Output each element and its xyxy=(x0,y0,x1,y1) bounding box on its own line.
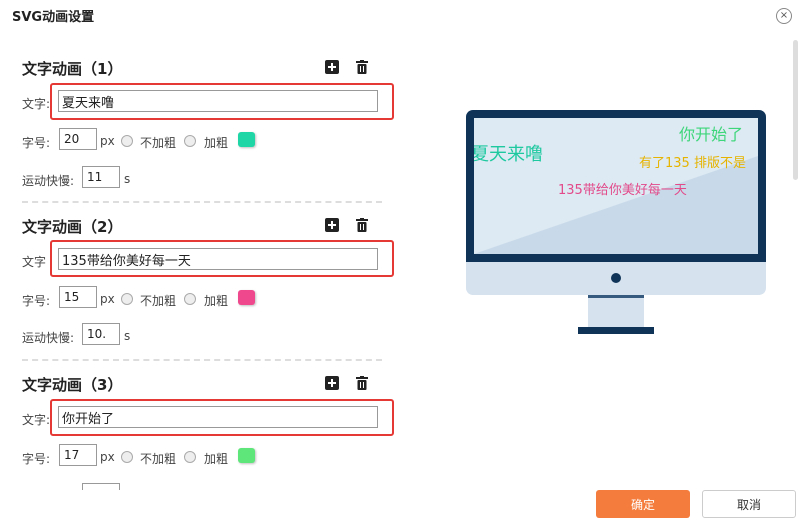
text-label: 文字: xyxy=(22,97,51,111)
animation-settings-panel: 文字动画（1） 文字: 字号: px 不加粗 加粗 运动快慢: s 文字动画（2… xyxy=(0,40,400,490)
size-label: 字号: xyxy=(22,452,51,466)
text-input[interactable] xyxy=(58,406,378,428)
bold-label: 加粗 xyxy=(204,452,229,466)
confirm-button[interactable]: 确定 xyxy=(596,490,690,518)
size-label: 字号: xyxy=(22,294,51,308)
speed-label: 运动快慢: xyxy=(22,174,75,188)
trash-icon[interactable] xyxy=(356,376,368,390)
preview-text-4: 135带给你美好每一天 xyxy=(558,183,687,198)
font-size-input[interactable] xyxy=(59,128,97,150)
bold-radio[interactable] xyxy=(184,451,196,463)
text-input[interactable] xyxy=(58,248,378,270)
bold-label: 加粗 xyxy=(204,136,229,150)
bold-radio[interactable] xyxy=(184,135,196,147)
size-label: 字号: xyxy=(22,136,51,150)
bold-radio[interactable] xyxy=(184,293,196,305)
px-unit: px xyxy=(100,292,115,306)
px-unit: px xyxy=(100,450,115,464)
preview-text-1: 夏天来噜 xyxy=(474,144,543,165)
not-bold-label: 不加粗 xyxy=(140,136,177,150)
preview-monitor: 夏天来噜 你开始了 有了135 排版不是 135带给你美好每一天 xyxy=(466,110,766,335)
color-swatch[interactable] xyxy=(238,132,255,147)
section-title: 文字动画（1） xyxy=(22,60,123,78)
section-title: 文字动画（2） xyxy=(22,218,123,236)
speed-label: 运动快慢: xyxy=(22,331,75,345)
color-swatch[interactable] xyxy=(238,290,255,305)
trash-icon[interactable] xyxy=(356,218,368,232)
close-icon[interactable]: × xyxy=(776,8,792,24)
not-bold-label: 不加粗 xyxy=(140,452,177,466)
not-bold-label: 不加粗 xyxy=(140,294,177,308)
preview-text-3: 有了135 排版不是 xyxy=(639,156,746,171)
preview-text-2: 你开始了 xyxy=(679,125,744,144)
seconds-unit: s xyxy=(124,172,131,186)
text-label: 文字 xyxy=(22,255,47,269)
section-divider xyxy=(22,201,382,203)
text-label: 文字: xyxy=(22,413,51,427)
section-title: 文字动画（3） xyxy=(22,376,123,394)
font-size-input[interactable] xyxy=(59,444,97,466)
dialog-title: SVG动画设置 xyxy=(12,10,95,25)
not-bold-radio[interactable] xyxy=(121,135,133,147)
add-icon[interactable] xyxy=(325,376,339,390)
bold-label: 加粗 xyxy=(204,294,229,308)
not-bold-radio[interactable] xyxy=(121,451,133,463)
text-input[interactable] xyxy=(58,90,378,112)
scrollbar[interactable] xyxy=(793,40,798,180)
add-icon[interactable] xyxy=(325,60,339,74)
preview-screen: 夏天来噜 你开始了 有了135 排版不是 135带给你美好每一天 xyxy=(474,118,758,254)
not-bold-radio[interactable] xyxy=(121,293,133,305)
trash-icon[interactable] xyxy=(356,60,368,74)
section-divider xyxy=(22,359,382,361)
px-unit: px xyxy=(100,134,115,148)
add-icon[interactable] xyxy=(325,218,339,232)
color-swatch[interactable] xyxy=(238,448,255,463)
seconds-unit: s xyxy=(124,329,131,343)
font-size-input[interactable] xyxy=(59,286,97,308)
speed-input[interactable] xyxy=(82,323,120,345)
speed-input[interactable] xyxy=(82,483,120,490)
cancel-button[interactable]: 取消 xyxy=(702,490,796,518)
speed-input[interactable] xyxy=(82,166,120,188)
